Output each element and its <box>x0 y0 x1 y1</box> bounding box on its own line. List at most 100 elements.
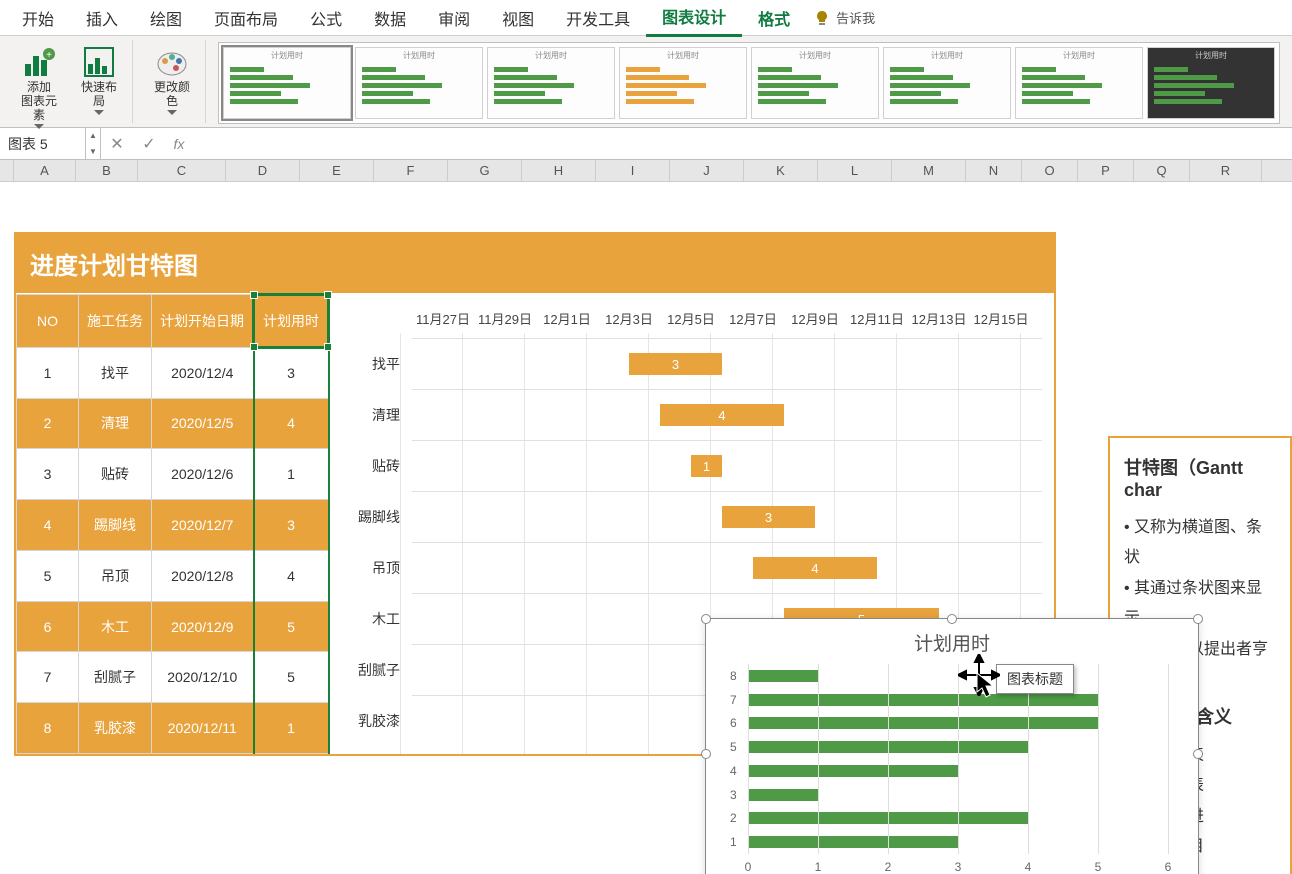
table-row[interactable]: 3贴砖2020/12/61 <box>17 449 329 500</box>
col-header-J[interactable]: J <box>670 160 744 181</box>
th-start[interactable]: 计划开始日期 <box>152 295 254 348</box>
check-icon: ✓ <box>142 134 155 154</box>
x-icon: ✕ <box>110 134 123 154</box>
th-dur[interactable]: 计划用时 <box>254 295 329 348</box>
chart-bar[interactable] <box>748 836 958 848</box>
cancel-formula-button[interactable]: ✕ <box>101 128 133 159</box>
col-header-B[interactable]: B <box>76 160 138 181</box>
col-header-O[interactable]: O <box>1022 160 1078 181</box>
add-chart-element-button[interactable]: + 添加 图表元素 <box>12 42 66 134</box>
overlay-chart-plot[interactable]: 876543210123456 <box>748 664 1168 854</box>
gantt-row: 清理4 <box>342 389 1042 440</box>
gantt-row: 找平3 <box>342 338 1042 389</box>
tab-draw[interactable]: 绘图 <box>134 0 198 36</box>
chart-bar[interactable] <box>748 670 818 682</box>
col-header-D[interactable]: D <box>226 160 300 181</box>
name-box[interactable]: 图表 5 <box>0 128 86 159</box>
chart-style-3[interactable]: 计划用时 <box>487 47 615 119</box>
chart-bar[interactable] <box>748 765 958 777</box>
chart-style-8[interactable]: 计划用时 <box>1147 47 1275 119</box>
col-header-R[interactable]: R <box>1190 160 1262 181</box>
overlay-chart-title[interactable]: 计划用时 <box>706 619 1198 660</box>
info-heading-1: 甘特图（Gantt char <box>1124 454 1276 501</box>
tab-insert[interactable]: 插入 <box>70 0 134 36</box>
bulb-icon <box>814 10 830 26</box>
tab-home[interactable]: 开始 <box>6 0 70 36</box>
col-header-N[interactable]: N <box>966 160 1022 181</box>
gantt-bar[interactable]: 1 <box>691 455 722 477</box>
svg-text:+: + <box>46 50 52 61</box>
gantt-bar[interactable]: 3 <box>629 353 722 375</box>
chart-style-4[interactable]: 计划用时 <box>619 47 747 119</box>
gantt-bar[interactable]: 4 <box>660 404 784 426</box>
chart-style-6[interactable]: 计划用时 <box>883 47 1011 119</box>
change-colors-button[interactable]: 更改颜色 <box>145 42 199 120</box>
col-header-M[interactable]: M <box>892 160 966 181</box>
gantt-bar[interactable]: 3 <box>722 506 815 528</box>
col-header-C[interactable]: C <box>138 160 226 181</box>
chart-bar[interactable] <box>748 717 1098 729</box>
formula-input[interactable] <box>193 128 1292 159</box>
table-row[interactable]: 1找平2020/12/43 <box>17 347 329 398</box>
chart-tooltip: 图表标题 <box>996 664 1074 694</box>
col-header-L[interactable]: L <box>818 160 892 181</box>
chart-styles-gallery[interactable]: 计划用时 计划用时 计划用时 计划用时 计划用时 计划用时 计划用时 计划用时 <box>218 42 1280 124</box>
col-header-F[interactable]: F <box>374 160 448 181</box>
gantt-row: 吊顶4 <box>342 542 1042 593</box>
quick-layout-icon <box>83 46 115 78</box>
chart-bar[interactable] <box>748 789 818 801</box>
change-colors-label: 更改颜色 <box>149 80 195 108</box>
col-header-P[interactable]: P <box>1078 160 1134 181</box>
col-header-G[interactable]: G <box>448 160 522 181</box>
table-row[interactable]: 4踢脚线2020/12/73 <box>17 500 329 551</box>
col-header-A[interactable]: A <box>14 160 76 181</box>
chart-style-7[interactable]: 计划用时 <box>1015 47 1143 119</box>
tell-me[interactable]: 告诉我 <box>814 8 875 27</box>
tab-format[interactable]: 格式 <box>742 0 806 36</box>
tab-formulas[interactable]: 公式 <box>294 0 358 36</box>
th-task[interactable]: 施工任务 <box>79 295 152 348</box>
gantt-date-axis: 11月27日11月29日12月1日12月3日12月5日12月7日12月9日12月… <box>412 309 1042 328</box>
chevron-down-icon <box>167 110 177 116</box>
table-row[interactable]: 8乳胶漆2020/12/111 <box>17 703 329 754</box>
chart-style-1[interactable]: 计划用时 <box>223 47 351 119</box>
worksheet-grid[interactable]: ABCDEFGHIJKLMNOPQR 进度计划甘特图 NO 施工任务 计划开始日… <box>0 160 1292 874</box>
table-row[interactable]: 5吊顶2020/12/84 <box>17 550 329 601</box>
tab-developer[interactable]: 开发工具 <box>550 0 646 36</box>
chevron-down-icon[interactable]: ▼ <box>86 144 100 160</box>
col-header-I[interactable]: I <box>596 160 670 181</box>
name-box-stepper[interactable]: ▲▼ <box>86 128 101 160</box>
chevron-up-icon[interactable]: ▲ <box>86 128 100 144</box>
table-row[interactable]: 7刮腻子2020/12/105 <box>17 652 329 703</box>
selected-chart-object[interactable]: 计划用时 876543210123456 <box>705 618 1199 874</box>
table-row[interactable]: 6木工2020/12/95 <box>17 601 329 652</box>
chart-style-5[interactable]: 计划用时 <box>751 47 879 119</box>
tab-data[interactable]: 数据 <box>358 0 422 36</box>
formula-bar: 图表 5 ▲▼ ✕ ✓ fx <box>0 128 1292 160</box>
gantt-row: 踢脚线3 <box>342 491 1042 542</box>
gantt-bar[interactable]: 4 <box>753 557 877 579</box>
col-header-K[interactable]: K <box>744 160 818 181</box>
tab-review[interactable]: 审阅 <box>422 0 486 36</box>
gantt-row: 贴砖1 <box>342 440 1042 491</box>
tab-chart-design[interactable]: 图表设计 <box>646 0 742 37</box>
palette-icon <box>156 46 188 78</box>
ribbon-tabs: 开始 插入 绘图 页面布局 公式 数据 审阅 视图 开发工具 图表设计 格式 告… <box>0 0 1292 36</box>
th-no[interactable]: NO <box>17 295 79 348</box>
confirm-formula-button[interactable]: ✓ <box>133 128 165 159</box>
chart-style-2[interactable]: 计划用时 <box>355 47 483 119</box>
tab-view[interactable]: 视图 <box>486 0 550 36</box>
col-header-E[interactable]: E <box>300 160 374 181</box>
col-header-Q[interactable]: Q <box>1134 160 1190 181</box>
select-all-corner[interactable] <box>0 160 14 181</box>
table-row[interactable]: 2清理2020/12/54 <box>17 398 329 449</box>
info-text: • 又称为横道图、条状 <box>1124 513 1276 574</box>
chevron-down-icon <box>94 110 104 116</box>
add-element-icon: + <box>23 46 55 78</box>
chart-bar[interactable] <box>748 694 1098 706</box>
fx-icon[interactable]: fx <box>165 136 193 152</box>
quick-layout-button[interactable]: 快速布局 <box>72 42 126 134</box>
col-header-H[interactable]: H <box>522 160 596 181</box>
column-headers: ABCDEFGHIJKLMNOPQR <box>0 160 1292 182</box>
tab-page-layout[interactable]: 页面布局 <box>198 0 294 36</box>
